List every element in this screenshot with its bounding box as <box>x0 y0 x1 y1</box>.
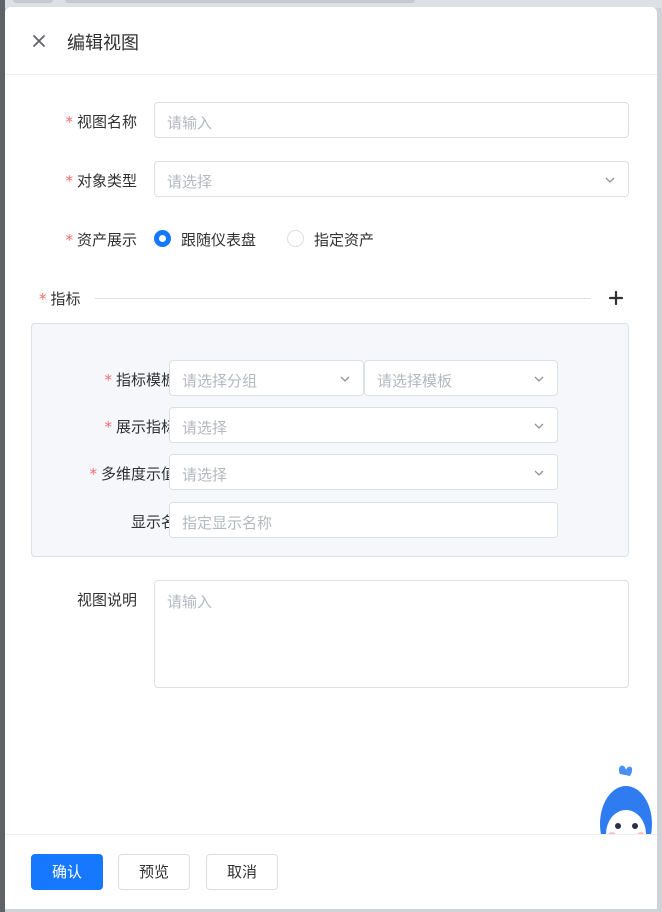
metrics-section-label: * 指标 <box>39 290 81 308</box>
dimension-value-label: * 多维度示值 <box>89 465 176 483</box>
edit-view-drawer: 编辑视图 * 视图名称 请输入 * 对象类型 请选择 * 资产展示 跟随仪表盘 指定资… <box>5 7 657 909</box>
background-tab <box>13 0 53 3</box>
metric-template-select[interactable]: 请选择模板 <box>364 360 558 396</box>
object-type-select[interactable]: 请选择 <box>154 161 629 197</box>
page-title: 编辑视图 <box>67 33 139 54</box>
view-name-row: * 视图名称 请输入 <box>5 102 657 138</box>
chevron-down-icon <box>605 177 615 183</box>
chevron-down-icon <box>534 423 544 429</box>
drawer-footer: 确认 预览 取消 <box>5 834 657 909</box>
view-name-input[interactable]: 请输入 <box>154 102 629 138</box>
close-icon[interactable] <box>29 31 49 51</box>
chevron-down-icon <box>340 376 350 382</box>
chevron-down-icon <box>534 470 544 476</box>
metric-group-select[interactable]: 请选择分组 <box>169 360 364 396</box>
preview-button[interactable]: 预览 <box>118 854 190 890</box>
chevron-down-icon <box>534 376 544 382</box>
object-type-label: * 对象类型 <box>65 172 137 190</box>
display-metric-select[interactable]: 请选择 <box>169 407 558 443</box>
add-metric-icon[interactable] <box>607 289 625 307</box>
divider <box>95 298 591 299</box>
metric-template-label: * 指标模板 <box>104 371 176 389</box>
radio-checked-icon <box>154 230 171 247</box>
asset-display-row: * 资产展示 跟随仪表盘 指定资产 <box>65 230 375 249</box>
view-name-label: * 视图名称 <box>65 113 137 131</box>
display-name-input[interactable]: 指定显示名称 <box>169 502 558 538</box>
display-metric-label: * 展示指标 <box>104 418 176 436</box>
cancel-button[interactable]: 取消 <box>206 854 278 890</box>
radio-unchecked-icon <box>287 230 304 247</box>
dimension-value-select[interactable]: 请选择 <box>169 454 558 490</box>
asset-display-label: * 资产展示 <box>65 231 137 249</box>
metrics-section-header: * 指标 <box>5 288 657 308</box>
description-textarea[interactable]: 请输入 <box>154 580 629 688</box>
drawer-header: 编辑视图 <box>5 7 657 75</box>
object-type-row: * 对象类型 请选择 <box>5 161 657 197</box>
description-label: 视图说明 <box>76 591 137 609</box>
metric-config-box: * 指标模板 请选择分组 请选择模板 * 展示指标 请选择 * 多维度示值 请选择 显… <box>31 323 629 557</box>
background-tab <box>65 0 415 3</box>
confirm-button[interactable]: 确认 <box>31 854 103 890</box>
